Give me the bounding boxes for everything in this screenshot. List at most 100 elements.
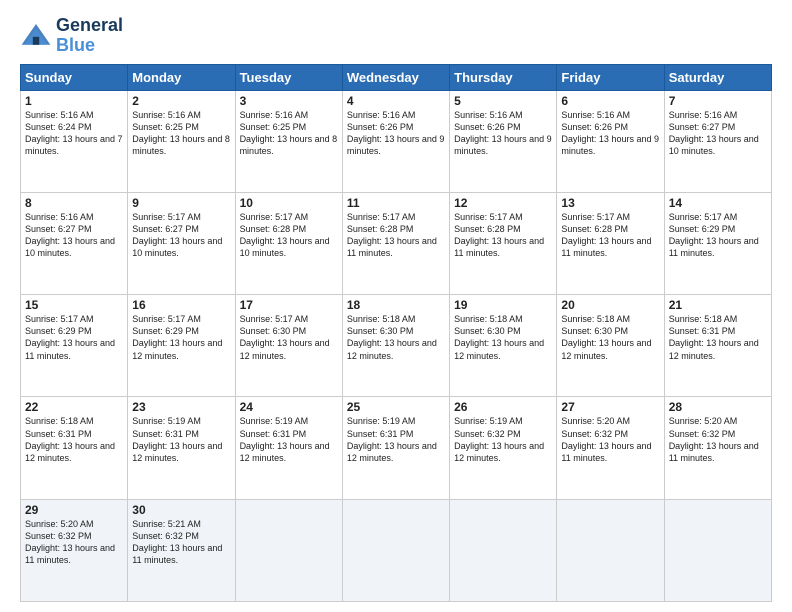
calendar-day-cell: 4Sunrise: 5:16 AMSunset: 6:26 PMDaylight… [342,90,449,192]
day-info: Sunrise: 5:16 AMSunset: 6:26 PMDaylight:… [347,109,445,158]
day-info: Sunrise: 5:16 AMSunset: 6:27 PMDaylight:… [25,211,123,260]
day-info: Sunrise: 5:16 AMSunset: 6:25 PMDaylight:… [240,109,338,158]
day-number: 2 [132,94,230,108]
calendar-day-cell: 26Sunrise: 5:19 AMSunset: 6:32 PMDayligh… [450,397,557,499]
calendar-week-row: 29Sunrise: 5:20 AMSunset: 6:32 PMDayligh… [21,499,772,601]
calendar-day-header: Monday [128,64,235,90]
day-info: Sunrise: 5:17 AMSunset: 6:29 PMDaylight:… [25,313,123,362]
day-info: Sunrise: 5:17 AMSunset: 6:28 PMDaylight:… [561,211,659,260]
calendar-day-cell: 2Sunrise: 5:16 AMSunset: 6:25 PMDaylight… [128,90,235,192]
calendar-week-row: 8Sunrise: 5:16 AMSunset: 6:27 PMDaylight… [21,192,772,294]
day-info: Sunrise: 5:18 AMSunset: 6:31 PMDaylight:… [669,313,767,362]
day-number: 14 [669,196,767,210]
calendar-day-cell: 14Sunrise: 5:17 AMSunset: 6:29 PMDayligh… [664,192,771,294]
calendar-day-cell: 17Sunrise: 5:17 AMSunset: 6:30 PMDayligh… [235,295,342,397]
day-number: 26 [454,400,552,414]
day-number: 24 [240,400,338,414]
day-info: Sunrise: 5:18 AMSunset: 6:30 PMDaylight:… [561,313,659,362]
calendar-header-row: SundayMondayTuesdayWednesdayThursdayFrid… [21,64,772,90]
calendar-day-cell: 21Sunrise: 5:18 AMSunset: 6:31 PMDayligh… [664,295,771,397]
day-info: Sunrise: 5:17 AMSunset: 6:28 PMDaylight:… [240,211,338,260]
calendar-day-cell: 30Sunrise: 5:21 AMSunset: 6:32 PMDayligh… [128,499,235,601]
calendar-day-header: Thursday [450,64,557,90]
calendar-day-cell: 28Sunrise: 5:20 AMSunset: 6:32 PMDayligh… [664,397,771,499]
day-info: Sunrise: 5:20 AMSunset: 6:32 PMDaylight:… [25,518,123,567]
day-info: Sunrise: 5:18 AMSunset: 6:31 PMDaylight:… [25,415,123,464]
calendar-day-cell: 9Sunrise: 5:17 AMSunset: 6:27 PMDaylight… [128,192,235,294]
calendar-week-row: 22Sunrise: 5:18 AMSunset: 6:31 PMDayligh… [21,397,772,499]
day-number: 25 [347,400,445,414]
day-info: Sunrise: 5:18 AMSunset: 6:30 PMDaylight:… [454,313,552,362]
calendar-day-cell: 20Sunrise: 5:18 AMSunset: 6:30 PMDayligh… [557,295,664,397]
day-info: Sunrise: 5:17 AMSunset: 6:29 PMDaylight:… [669,211,767,260]
calendar-day-cell: 1Sunrise: 5:16 AMSunset: 6:24 PMDaylight… [21,90,128,192]
logo-text: General Blue [56,16,123,56]
day-info: Sunrise: 5:19 AMSunset: 6:31 PMDaylight:… [347,415,445,464]
calendar-day-header: Wednesday [342,64,449,90]
logo: General Blue [20,16,123,56]
calendar-day-header: Tuesday [235,64,342,90]
day-number: 7 [669,94,767,108]
calendar-day-cell: 29Sunrise: 5:20 AMSunset: 6:32 PMDayligh… [21,499,128,601]
day-number: 11 [347,196,445,210]
page: General Blue SundayMondayTuesdayWednesda… [0,0,792,612]
day-number: 22 [25,400,123,414]
calendar-day-cell [235,499,342,601]
calendar-day-cell [664,499,771,601]
calendar-day-cell [557,499,664,601]
day-number: 8 [25,196,123,210]
calendar-day-header: Saturday [664,64,771,90]
calendar-day-cell: 12Sunrise: 5:17 AMSunset: 6:28 PMDayligh… [450,192,557,294]
day-number: 12 [454,196,552,210]
day-info: Sunrise: 5:16 AMSunset: 6:26 PMDaylight:… [561,109,659,158]
day-info: Sunrise: 5:16 AMSunset: 6:24 PMDaylight:… [25,109,123,158]
day-number: 30 [132,503,230,517]
day-number: 15 [25,298,123,312]
calendar-day-cell: 23Sunrise: 5:19 AMSunset: 6:31 PMDayligh… [128,397,235,499]
day-info: Sunrise: 5:21 AMSunset: 6:32 PMDaylight:… [132,518,230,567]
calendar-day-cell: 11Sunrise: 5:17 AMSunset: 6:28 PMDayligh… [342,192,449,294]
calendar-day-cell: 15Sunrise: 5:17 AMSunset: 6:29 PMDayligh… [21,295,128,397]
day-number: 6 [561,94,659,108]
day-info: Sunrise: 5:16 AMSunset: 6:25 PMDaylight:… [132,109,230,158]
calendar-day-cell: 18Sunrise: 5:18 AMSunset: 6:30 PMDayligh… [342,295,449,397]
calendar-day-cell [342,499,449,601]
day-info: Sunrise: 5:17 AMSunset: 6:30 PMDaylight:… [240,313,338,362]
day-number: 10 [240,196,338,210]
day-number: 18 [347,298,445,312]
day-info: Sunrise: 5:20 AMSunset: 6:32 PMDaylight:… [561,415,659,464]
calendar-day-cell: 5Sunrise: 5:16 AMSunset: 6:26 PMDaylight… [450,90,557,192]
day-info: Sunrise: 5:19 AMSunset: 6:31 PMDaylight:… [132,415,230,464]
day-number: 21 [669,298,767,312]
day-info: Sunrise: 5:17 AMSunset: 6:28 PMDaylight:… [454,211,552,260]
calendar-day-cell: 16Sunrise: 5:17 AMSunset: 6:29 PMDayligh… [128,295,235,397]
day-number: 23 [132,400,230,414]
day-number: 29 [25,503,123,517]
day-number: 9 [132,196,230,210]
day-number: 16 [132,298,230,312]
day-number: 28 [669,400,767,414]
calendar-body: 1Sunrise: 5:16 AMSunset: 6:24 PMDaylight… [21,90,772,601]
day-info: Sunrise: 5:19 AMSunset: 6:31 PMDaylight:… [240,415,338,464]
day-number: 17 [240,298,338,312]
calendar-day-cell: 3Sunrise: 5:16 AMSunset: 6:25 PMDaylight… [235,90,342,192]
calendar-day-cell: 25Sunrise: 5:19 AMSunset: 6:31 PMDayligh… [342,397,449,499]
logo-icon [20,22,52,50]
day-number: 3 [240,94,338,108]
day-number: 19 [454,298,552,312]
day-info: Sunrise: 5:19 AMSunset: 6:32 PMDaylight:… [454,415,552,464]
day-info: Sunrise: 5:18 AMSunset: 6:30 PMDaylight:… [347,313,445,362]
calendar-table: SundayMondayTuesdayWednesdayThursdayFrid… [20,64,772,602]
calendar-day-cell [450,499,557,601]
day-info: Sunrise: 5:17 AMSunset: 6:27 PMDaylight:… [132,211,230,260]
header: General Blue [20,16,772,56]
calendar-day-cell: 7Sunrise: 5:16 AMSunset: 6:27 PMDaylight… [664,90,771,192]
calendar-day-cell: 13Sunrise: 5:17 AMSunset: 6:28 PMDayligh… [557,192,664,294]
day-info: Sunrise: 5:16 AMSunset: 6:27 PMDaylight:… [669,109,767,158]
calendar-day-cell: 6Sunrise: 5:16 AMSunset: 6:26 PMDaylight… [557,90,664,192]
day-number: 20 [561,298,659,312]
calendar-day-header: Friday [557,64,664,90]
day-number: 1 [25,94,123,108]
calendar-week-row: 1Sunrise: 5:16 AMSunset: 6:24 PMDaylight… [21,90,772,192]
day-info: Sunrise: 5:17 AMSunset: 6:29 PMDaylight:… [132,313,230,362]
